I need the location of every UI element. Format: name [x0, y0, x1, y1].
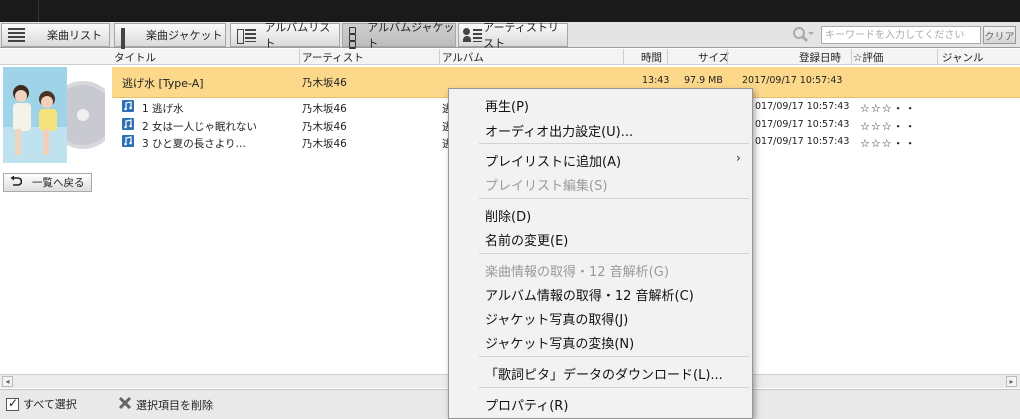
menu-item-play[interactable]: 再生(P): [485, 96, 529, 115]
album-grid-icon: [349, 26, 364, 55]
select-all-button[interactable]: すべて選択: [6, 396, 77, 412]
menu-item-get-track-info: 楽曲情報の取得・12 音解析(G): [485, 265, 669, 280]
artist-icon: [463, 27, 483, 43]
column-date[interactable]: 登録日時: [799, 50, 841, 65]
album-jacket-image[interactable]: [3, 67, 117, 163]
delete-selected-button[interactable]: 選択項目を削除: [118, 396, 213, 413]
grid-icon: [121, 27, 138, 55]
back-to-list-button[interactable]: 一覧へ戻る: [3, 173, 92, 192]
menu-item-add-to-playlist[interactable]: プレイリストに追加(A): [485, 151, 621, 170]
rating-stars[interactable]: ☆☆☆・・: [860, 100, 917, 116]
column-album[interactable]: アルバム: [442, 50, 484, 65]
album-list-icon: [237, 28, 257, 44]
column-time[interactable]: 時間: [641, 50, 662, 65]
rating-stars[interactable]: ☆☆☆・・: [860, 135, 917, 151]
submenu-arrow-icon: ›: [736, 151, 741, 165]
menu-item-audio-output[interactable]: オーディオ出力設定(U)...: [485, 121, 633, 140]
menu-item-get-jacket[interactable]: ジャケット写真の取得(J): [485, 309, 628, 328]
tab-track-jacket[interactable]: 楽曲ジャケット: [114, 23, 226, 55]
rating-stars[interactable]: ☆☆☆・・: [860, 118, 917, 134]
list-icon: [8, 28, 25, 42]
menu-item-download-lyrics[interactable]: 「歌詞ピタ」データのダウンロード(L)...: [485, 364, 723, 383]
scroll-left-icon[interactable]: ◂: [2, 376, 13, 387]
search-icon[interactable]: [792, 26, 814, 44]
menu-item-edit-playlist: プレイリスト編集(S): [485, 179, 608, 194]
music-note-icon: [122, 100, 134, 115]
column-rating[interactable]: ☆評価: [853, 50, 883, 65]
music-note-icon: [122, 118, 134, 133]
menu-item-properties[interactable]: プロパティ(R): [485, 395, 568, 414]
tab-track-list[interactable]: 楽曲リスト: [1, 23, 110, 47]
menu-item-rename[interactable]: 名前の変更(E): [485, 230, 568, 249]
column-title[interactable]: タイトル: [114, 50, 156, 65]
menu-item-change-jacket[interactable]: ジャケット写真の変換(N): [485, 333, 634, 352]
return-arrow-icon: [10, 175, 23, 190]
column-size[interactable]: サイズ: [698, 50, 729, 65]
tab-artist-list[interactable]: アーティストリスト: [458, 21, 568, 50]
column-header: タイトル アーティスト アルバム 時間 サイズ 登録日時 ☆評価 ジャンル: [0, 49, 1020, 65]
column-artist[interactable]: アーティスト: [302, 50, 364, 65]
menu-item-delete[interactable]: 削除(D): [485, 206, 531, 225]
scroll-right-icon[interactable]: ▸: [1006, 376, 1017, 387]
menu-item-get-album-info[interactable]: アルバム情報の取得・12 音解析(C): [485, 285, 694, 304]
search-input[interactable]: [821, 26, 981, 44]
column-genre[interactable]: ジャンル: [942, 50, 983, 65]
delete-x-icon: [118, 396, 132, 413]
clear-button[interactable]: クリア: [983, 26, 1016, 44]
music-note-icon: [122, 135, 134, 150]
tab-album-jacket[interactable]: アルバムジャケット: [342, 21, 456, 55]
checkbox-icon: [6, 396, 19, 411]
context-menu: 再生(P) オーディオ出力設定(U)... プレイリストに追加(A) › プレイ…: [448, 88, 753, 419]
tab-album-list[interactable]: アルバムリスト: [230, 21, 340, 50]
